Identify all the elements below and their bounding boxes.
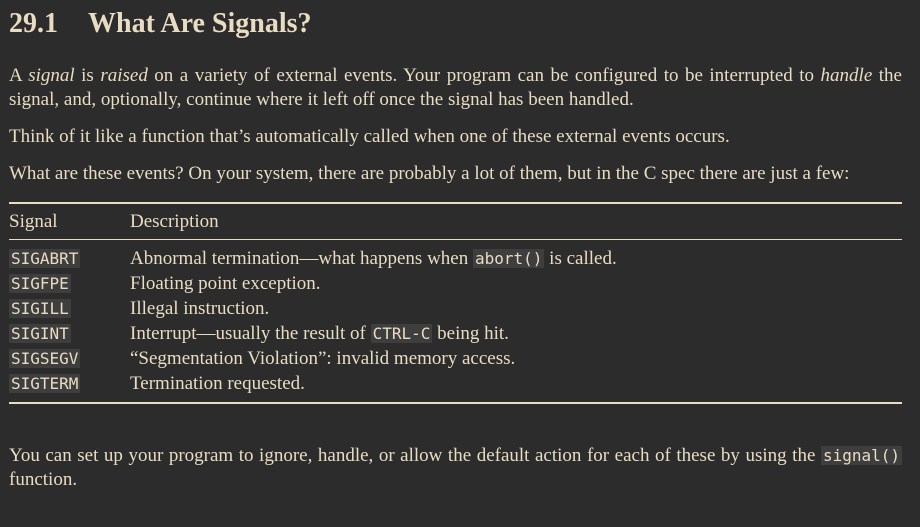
text: You can set up your program to ignore, h… <box>9 445 821 466</box>
signal-description: “Segmentation Violation”: invalid memory… <box>130 347 516 369</box>
document-content: 29.1 What Are Signals? A signal is raised… <box>9 0 902 492</box>
text: on a variety of external events. Your pr… <box>147 65 821 86</box>
table-row: SIGINT Interrupt—usually the result of C… <box>9 321 902 346</box>
header-description: Description <box>130 203 902 240</box>
emphasis-handle: handle <box>820 65 873 86</box>
signal-description: Abnormal termination—what happens when a… <box>130 240 902 272</box>
section-title: What Are Signals? <box>88 8 312 39</box>
text: Interrupt—usually the result of <box>130 322 371 344</box>
signals-table: Signal Description SIGABRT Abnormal term… <box>9 202 902 404</box>
inline-code: abort() <box>472 248 545 268</box>
table-row: SIGABRT Abnormal termination—what happen… <box>9 240 902 272</box>
inline-code: signal() <box>820 446 902 465</box>
signal-name: SIGTERM <box>9 373 81 393</box>
table-row: SIGSEGV “Segmentation Violation”: invali… <box>9 346 902 371</box>
text: A <box>9 65 29 86</box>
paragraph-intro: A signal is raised on a variety of exter… <box>9 64 902 112</box>
emphasis-signal: signal <box>28 65 75 86</box>
paragraph-signal-function: You can set up your program to ignore, h… <box>9 444 902 492</box>
signal-description: Termination requested. <box>130 372 305 394</box>
signal-description: Illegal instruction. <box>130 297 270 319</box>
text: being hit. <box>432 322 509 344</box>
table-header-row: Signal Description <box>9 203 902 240</box>
signal-name: SIGILL <box>9 298 71 318</box>
signal-name: SIGFPE <box>9 273 71 293</box>
signal-description: Floating point exception. <box>130 272 321 294</box>
signal-name: SIGSEGV <box>9 348 81 368</box>
text: Abnormal termination—what happens when <box>130 247 473 269</box>
paragraph-events: What are these events? On your system, t… <box>9 163 850 184</box>
table-row: SIGFPE Floating point exception. <box>9 271 902 296</box>
signal-name: SIGABRT <box>9 248 81 268</box>
table-row: SIGTERM Termination requested. <box>9 371 902 403</box>
emphasis-raised: raised <box>100 65 148 86</box>
section-heading: 29.1 What Are Signals? <box>9 0 902 39</box>
table-row: SIGILL Illegal instruction. <box>9 296 902 321</box>
signal-name: SIGINT <box>9 323 71 343</box>
signal-description: Interrupt—usually the result of CTRL-C b… <box>130 321 902 346</box>
paragraph-analogy: Think of it like a function that’s autom… <box>9 126 730 147</box>
text: function. <box>9 469 78 490</box>
text: is called. <box>544 247 617 269</box>
header-signal: Signal <box>9 203 130 240</box>
text: is <box>74 65 101 86</box>
inline-code: CTRL-C <box>370 323 433 343</box>
section-number: 29.1 <box>9 8 58 39</box>
